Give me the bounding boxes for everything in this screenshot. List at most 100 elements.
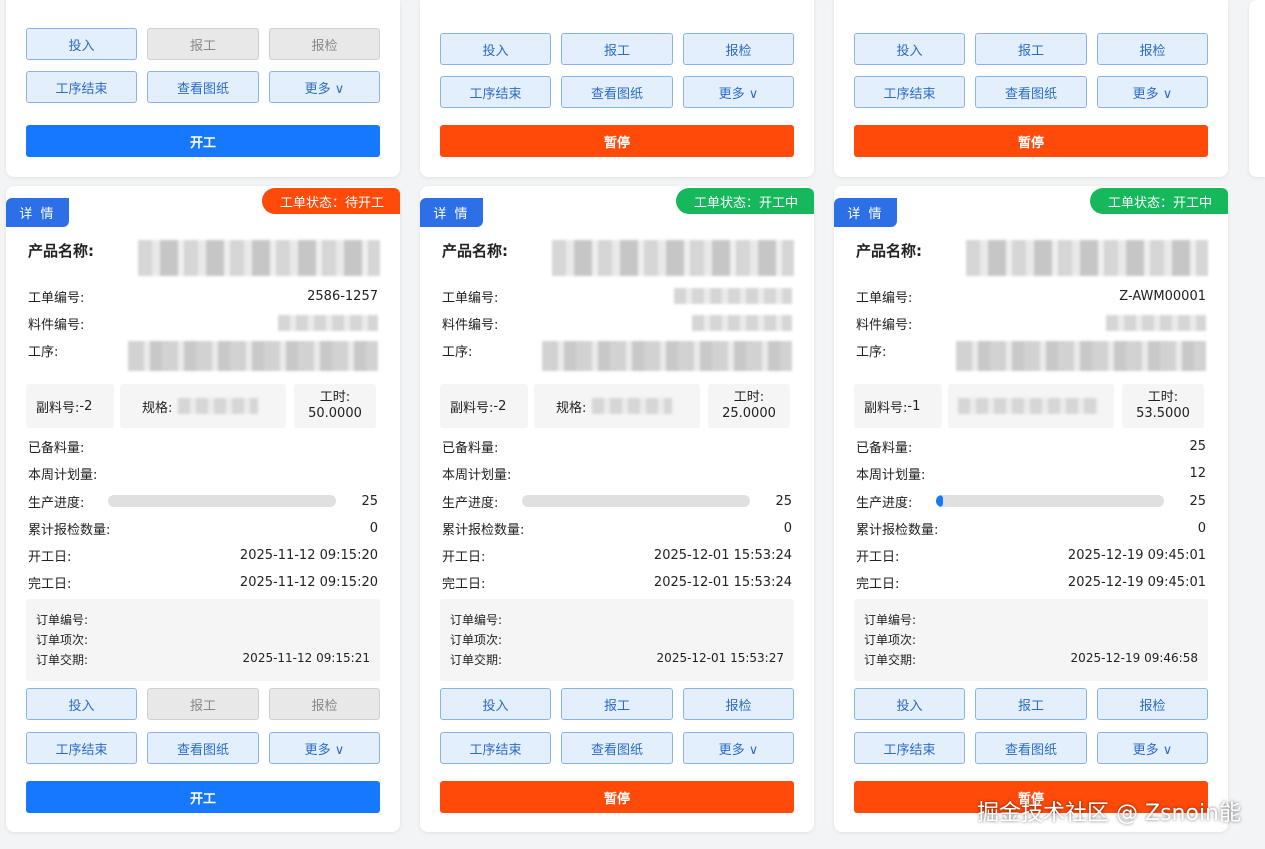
inspect-button[interactable]: 报检 [1097,688,1208,720]
more-button[interactable]: 更多 ∨ [1097,76,1208,108]
sub-material-box: 副料号: -1 [854,384,942,428]
progress-label: 生产进度: [442,495,499,511]
order-item-label: 订单项次: [450,633,503,647]
product-name-label: 产品名称: [856,242,922,260]
report-work-button[interactable]: 报工 [147,688,259,720]
sub-material-box: 副料号: -2 [440,384,528,428]
sub-material-label: 副料号: [450,400,494,416]
weekly-plan-label: 本周计划量: [28,467,98,483]
material-no-label: 料件编号: [856,317,913,333]
work-order-no-value: 2586-1257 [307,288,378,304]
finish-date-value: 2025-12-19 09:45:01 [1067,574,1206,590]
view-drawing-button[interactable]: 查看图纸 [147,732,259,764]
report-work-button[interactable]: 报工 [147,28,259,60]
more-button[interactable]: 更多 ∨ [269,71,380,103]
order-due-row: 订单交期: 2025-12-01 15:53:27 [450,651,784,668]
view-drawing-button[interactable]: 查看图纸 [975,732,1087,764]
inspect-total-row: 累计报检数量: 0 [856,519,1206,538]
work-order-card: 详 情 工单状态：待开工 产品名称: 工单编号: 2586-1257 料件编号:… [6,186,400,832]
inspect-total-label: 累计报检数量: [856,522,939,538]
view-drawing-button[interactable]: 查看图纸 [147,71,259,103]
process-end-button[interactable]: 工序结束 [854,732,965,764]
sub-material-value: -1 [907,398,921,414]
input-button[interactable]: 投入 [26,688,137,720]
process-end-button[interactable]: 工序结束 [440,732,551,764]
work-order-no-value: Z-AWM00001 [1119,288,1206,304]
prepared-qty-label: 已备料量: [28,440,85,456]
input-button[interactable]: 投入 [440,33,551,65]
order-due-value: 2025-12-01 15:53:27 [656,651,784,665]
input-button[interactable]: 投入 [854,33,965,65]
more-button[interactable]: 更多 ∨ [269,732,380,764]
order-due-row: 订单交期: 2025-11-12 09:15:21 [36,651,370,668]
work-order-card-partial: 投入 报工 报检 工序结束 查看图纸 更多 ∨ 暂停 [420,0,814,177]
finish-date-label: 完工日: [856,576,900,592]
progress-bar [522,495,750,507]
input-button[interactable]: 投入 [26,28,137,60]
spec-label: 规格: [556,400,587,416]
process-label: 工序: [856,345,887,360]
process-end-button[interactable]: 工序结束 [854,76,965,108]
prepared-qty-value: 25 [1189,438,1206,454]
input-button[interactable]: 投入 [854,688,965,720]
weekly-plan-label: 本周计划量: [856,467,926,483]
pause-button[interactable]: 暂停 [440,781,794,813]
product-name-value-redacted [138,240,380,276]
more-button[interactable]: 更多 ∨ [683,732,794,764]
view-drawing-button[interactable]: 查看图纸 [561,732,673,764]
input-button[interactable]: 投入 [440,688,551,720]
process-value-redacted [542,341,792,371]
order-info-box: 订单编号: 订单项次: 订单交期: 2025-12-19 09:46:58 [854,599,1208,681]
view-drawing-button[interactable]: 查看图纸 [975,76,1087,108]
spec-label: 规格: [142,400,173,416]
progress-bar [936,495,1164,507]
order-no-label: 订单编号: [864,613,917,627]
process-end-button[interactable]: 工序结束 [440,76,551,108]
inspect-total-row: 累计报检数量: 0 [442,519,792,538]
work-order-no-label: 工单编号: [28,290,85,306]
order-due-row: 订单交期: 2025-12-19 09:46:58 [864,651,1198,668]
start-date-label: 开工日: [442,549,486,565]
process-end-button[interactable]: 工序结束 [26,71,137,103]
inspect-button[interactable]: 报检 [683,33,794,65]
inspect-total-label: 累计报检数量: [28,522,111,538]
detail-tag[interactable]: 详 情 [834,198,897,227]
product-name-value-redacted [966,240,1208,276]
progress-fill [936,495,943,507]
process-end-button[interactable]: 工序结束 [26,732,137,764]
work-order-no-row: 工单编号: 2586-1257 [28,287,378,306]
start-work-button[interactable]: 开工 [26,125,380,157]
start-work-button[interactable]: 开工 [26,781,380,813]
order-no-row: 订单编号: [864,611,1198,628]
pause-button[interactable]: 暂停 [854,125,1208,157]
inspect-button[interactable]: 报检 [1097,33,1208,65]
hours-label: 工时: [319,390,351,405]
process-label: 工序: [28,345,59,360]
material-no-value-redacted [278,315,378,331]
order-due-label: 订单交期: [450,653,503,667]
more-button[interactable]: 更多 ∨ [1097,732,1208,764]
view-drawing-button[interactable]: 查看图纸 [561,76,673,108]
hours-value: 53.5000 [1136,406,1190,421]
inspect-button[interactable]: 报检 [269,688,380,720]
detail-tag[interactable]: 详 情 [6,198,69,227]
report-work-button[interactable]: 报工 [561,33,673,65]
order-item-label: 订单项次: [36,633,89,647]
order-info-box: 订单编号: 订单项次: 订单交期: 2025-12-01 15:53:27 [440,599,794,681]
product-name-label: 产品名称: [442,242,508,260]
spec-box: 规格: [534,384,700,428]
inspect-button[interactable]: 报检 [269,28,380,60]
report-work-button[interactable]: 报工 [561,688,673,720]
process-row: 工序: [28,341,378,373]
report-work-button[interactable]: 报工 [975,33,1087,65]
inspect-button[interactable]: 报检 [683,688,794,720]
weekly-plan-value: 12 [1189,465,1206,481]
more-button[interactable]: 更多 ∨ [683,76,794,108]
hours-box: 工时: 25.0000 [708,384,790,428]
detail-tag[interactable]: 详 情 [420,198,483,227]
report-work-button[interactable]: 报工 [975,688,1087,720]
material-no-label: 料件编号: [442,317,499,333]
pause-button[interactable]: 暂停 [440,125,794,157]
start-date-row: 开工日: 2025-12-01 15:53:24 [442,546,792,565]
finish-date-value: 2025-12-01 15:53:24 [653,574,792,590]
